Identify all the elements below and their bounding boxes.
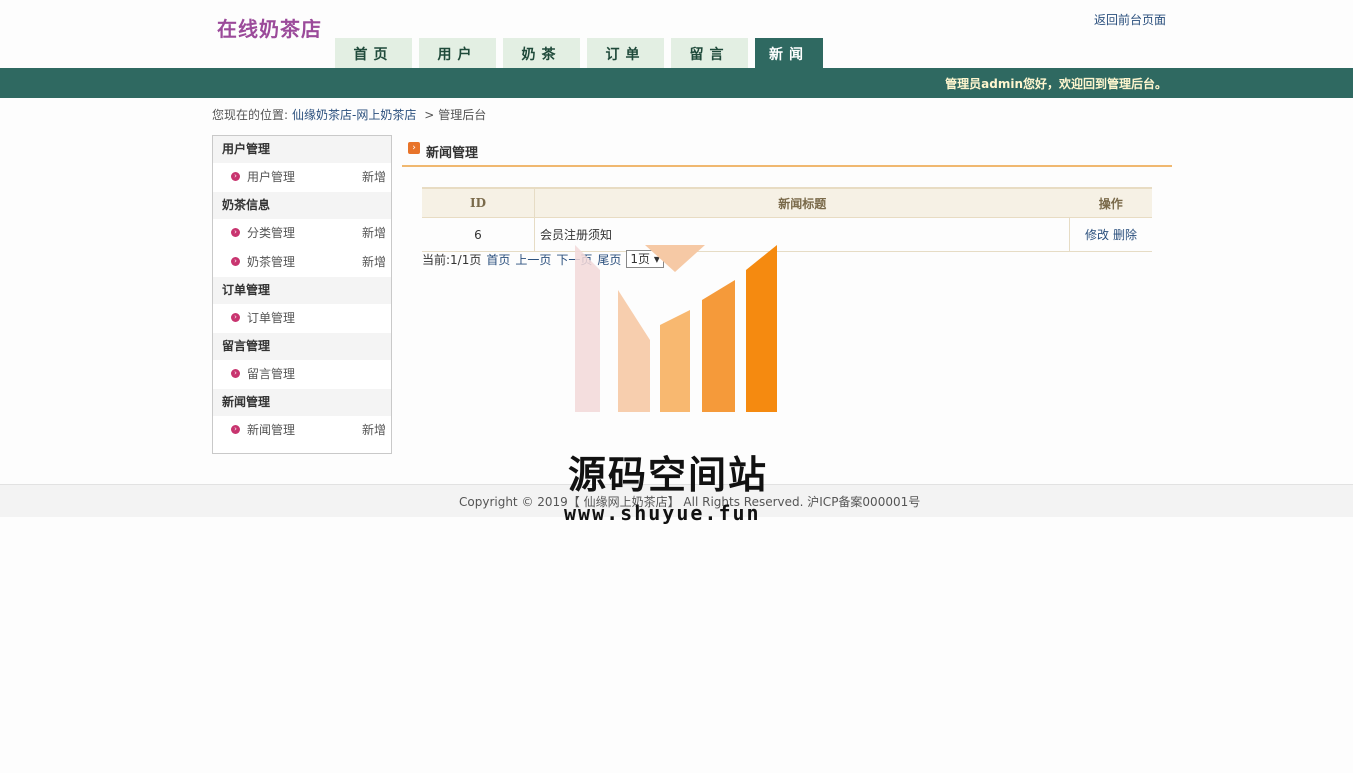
main-nav: 首页 用户 奶茶 订单 留言 新闻 <box>335 38 830 68</box>
pager-status: 当前:1/1页 <box>422 252 482 267</box>
welcome-text: 管理员admin您好，欢迎回到管理后台。 <box>945 77 1167 91</box>
breadcrumb-site-link[interactable]: 仙缘奶茶店-网上奶茶店 <box>292 108 416 122</box>
sidebar-add-user[interactable]: 新增 <box>362 163 386 192</box>
sidebar-add-milktea[interactable]: 新增 <box>362 248 386 277</box>
back-to-frontend-link[interactable]: 返回前台页面 <box>1094 11 1166 28</box>
sidebar-link-news-manage[interactable]: 新闻管理 <box>247 416 295 445</box>
watermark-bar-3 <box>660 310 690 412</box>
pager-first[interactable]: 首页 <box>486 251 510 268</box>
sidebar-item-category-manage: › 分类管理 新增 <box>213 219 391 248</box>
sidebar-link-user-manage[interactable]: 用户管理 <box>247 163 295 192</box>
bullet-icon: › <box>231 425 240 434</box>
top-status-bar: 管理员admin您好，欢迎回到管理后台。 <box>0 68 1353 98</box>
breadcrumb: 您现在的位置: 仙缘奶茶店-网上奶茶店 > 管理后台 <box>212 106 490 123</box>
watermark-bar-4 <box>702 280 735 412</box>
sidebar-group-messages: 留言管理 <box>213 333 391 360</box>
watermark-url: www.shuyue.fun <box>564 501 761 525</box>
delete-link[interactable]: 删除 <box>1113 228 1137 242</box>
bullet-icon: › <box>231 228 240 237</box>
sidebar-link-order-manage[interactable]: 订单管理 <box>247 304 295 333</box>
tab-messages[interactable]: 留言 <box>671 38 748 68</box>
breadcrumb-prefix: 您现在的位置: <box>212 108 289 122</box>
watermark-bar-2 <box>618 290 650 412</box>
tab-users[interactable]: 用户 <box>419 38 496 68</box>
watermark-text: 源码空间站 <box>568 453 769 497</box>
sidebar-item-message-manage: › 留言管理 <box>213 360 391 389</box>
col-header-id: ID <box>422 187 535 218</box>
col-header-title: 新闻标题 <box>534 187 1070 218</box>
bullet-icon: › <box>231 257 240 266</box>
sidebar-link-message-manage[interactable]: 留言管理 <box>247 360 295 389</box>
tab-milktea[interactable]: 奶茶 <box>503 38 580 68</box>
sidebar: 用户管理 › 用户管理 新增 奶茶信息 › 分类管理 新增 › 奶茶管理 新增 … <box>212 135 392 454</box>
bullet-icon: › <box>231 369 240 378</box>
table-header-row: ID 新闻标题 操作 <box>422 187 1152 218</box>
sidebar-item-milktea-manage: › 奶茶管理 新增 <box>213 248 391 277</box>
sidebar-group-news: 新闻管理 <box>213 389 391 416</box>
tab-home[interactable]: 首页 <box>335 38 412 68</box>
sidebar-group-users: 用户管理 <box>213 136 391 163</box>
breadcrumb-current: 管理后台 <box>438 108 487 122</box>
site-logo[interactable]: 在线奶茶店 <box>217 13 322 42</box>
sidebar-link-category-manage[interactable]: 分类管理 <box>247 219 295 248</box>
sidebar-add-news[interactable]: 新增 <box>362 416 386 445</box>
edit-link[interactable]: 修改 <box>1085 228 1109 242</box>
cell-id: 6 <box>422 217 535 252</box>
sidebar-group-orders: 订单管理 <box>213 277 391 304</box>
sidebar-item-user-manage: › 用户管理 新增 <box>213 163 391 192</box>
tab-orders[interactable]: 订单 <box>587 38 664 68</box>
bullet-icon: › <box>231 313 240 322</box>
pager-prev[interactable]: 上一页 <box>515 251 551 268</box>
bullet-icon: › <box>231 172 240 181</box>
cell-actions: 修改 删除 <box>1069 217 1152 252</box>
arrow-right-icon: › <box>408 142 420 154</box>
watermark-chevron <box>645 245 705 272</box>
watermark-bar-5 <box>746 245 777 412</box>
section-header: › 新闻管理 <box>402 135 1172 167</box>
sidebar-item-news-manage: › 新闻管理 新增 <box>213 416 391 445</box>
breadcrumb-separator: > <box>424 108 435 122</box>
sidebar-add-category[interactable]: 新增 <box>362 219 386 248</box>
page-title: 新闻管理 <box>426 146 479 161</box>
sidebar-link-milktea-manage[interactable]: 奶茶管理 <box>247 248 295 277</box>
tab-news[interactable]: 新闻 <box>755 38 823 68</box>
col-header-actions: 操作 <box>1069 187 1152 218</box>
sidebar-group-milktea: 奶茶信息 <box>213 192 391 219</box>
sidebar-item-order-manage: › 订单管理 <box>213 304 391 333</box>
watermark-bar-1 <box>575 245 600 412</box>
